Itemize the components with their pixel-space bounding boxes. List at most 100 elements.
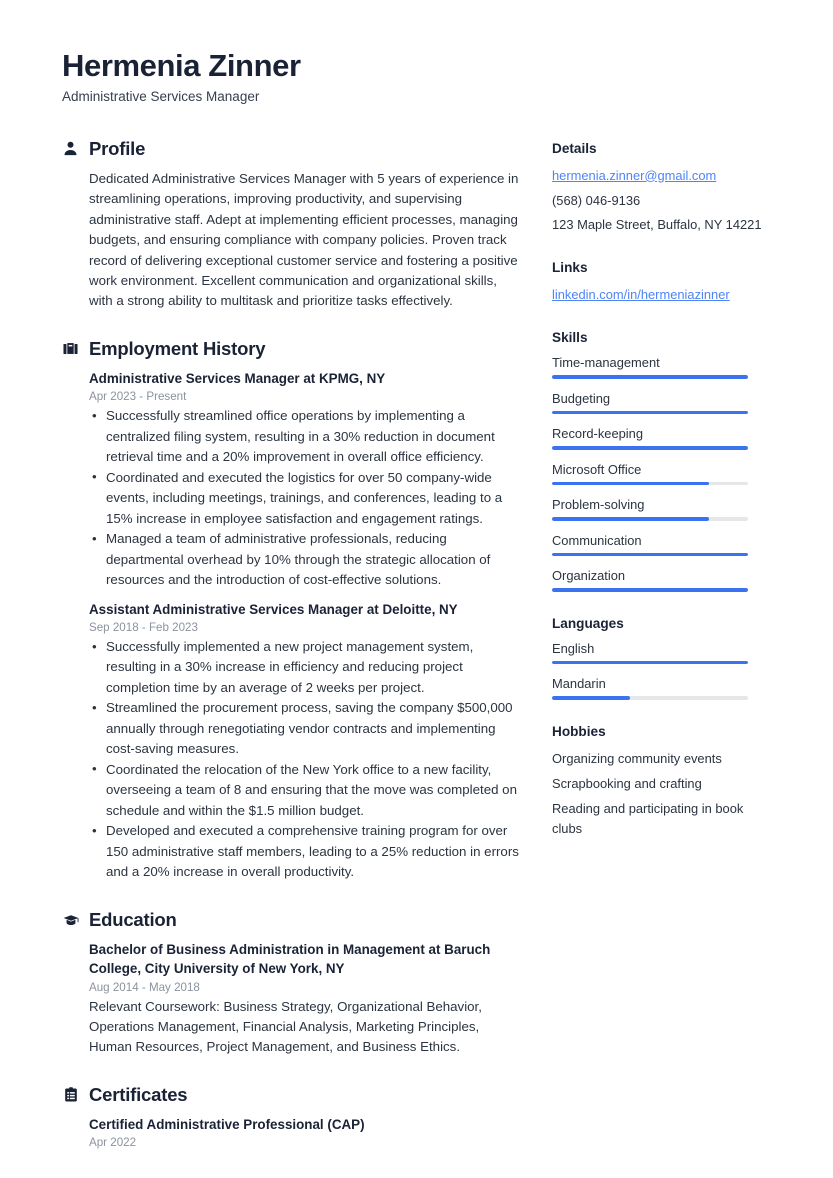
skill-bar-fill (552, 552, 748, 557)
employment-entry-title: Assistant Administrative Services Manage… (89, 601, 458, 617)
skill-bar-track (552, 588, 748, 592)
candidate-job-title: Administrative Services Manager (62, 88, 260, 104)
education-entry-title: Bachelor of Business Administration in M… (89, 941, 491, 977)
language-label: English (552, 640, 595, 656)
skill-bar-fill (552, 446, 748, 450)
section-profile: Profile Dedicated Administrative Service… (62, 138, 520, 312)
briefcase-icon (62, 340, 79, 357)
skill-label: Time-management (552, 355, 660, 371)
skill-bar-track (552, 375, 748, 379)
skill-bar-track (552, 517, 748, 521)
employment-entry-bullets: Successfully streamlined office operatio… (89, 406, 520, 590)
sidebar-details-title: Details (552, 140, 597, 156)
skill-bar-track (552, 410, 748, 415)
sidebar-skills-title: Skills (552, 330, 588, 346)
section-profile-body: Dedicated Administrative Services Manage… (62, 169, 520, 312)
section-profile-title: Profile (89, 137, 146, 159)
skill-bar-track (552, 446, 748, 450)
section-employment-title: Employment History (89, 337, 266, 359)
sidebar-links: Links linkedin.com/in/hermeniazinner (552, 260, 771, 306)
skill-item: Microsoft Office (552, 462, 771, 486)
skill-bar-fill (552, 517, 709, 521)
section-employment-header: Employment History (62, 338, 520, 360)
list-item: Developed and executed a comprehensive t… (89, 821, 520, 882)
employment-entry-date: Apr 2023 - Present (89, 390, 187, 404)
skill-bar-track (552, 481, 748, 486)
hobby-item: Reading and participating in book clubs (552, 801, 744, 836)
details-phone: (568) 046-9136 (552, 192, 641, 208)
sidebar-details: Details hermenia.zinner@gmail.com (568) … (552, 141, 771, 237)
employment-entry-date: Sep 2018 - Feb 2023 (89, 621, 198, 635)
link-linkedin[interactable]: linkedin.com/in/hermeniazinner (552, 285, 771, 306)
clipboard-icon (62, 1086, 79, 1103)
employment-entry: Assistant Administrative Services Manage… (89, 600, 520, 883)
section-profile-header: Profile (62, 138, 520, 160)
sidebar-links-title: Links (552, 260, 588, 276)
section-education-header: Education (62, 909, 520, 931)
list-item: Coordinated the relocation of the New Yo… (89, 759, 520, 821)
language-label: Mandarin (552, 676, 606, 692)
skill-bar-fill (552, 588, 748, 592)
employment-entry-bullets: Successfully implemented a new project m… (89, 637, 520, 883)
section-certificates-header: Certificates (62, 1084, 520, 1106)
skill-label: Problem-solving (552, 497, 645, 513)
sidebar-languages-title: Languages (552, 615, 624, 631)
hobby-item: Scrapbooking and crafting (552, 776, 702, 792)
skill-label: Record-keeping (552, 426, 644, 442)
section-certificates: Certificates Certified Administrative Pr… (62, 1084, 520, 1149)
language-item: English (552, 641, 771, 665)
employment-entry: Administrative Services Manager at KPMG,… (89, 369, 520, 591)
candidate-name: Hermenia Zinner (62, 48, 301, 83)
user-icon (62, 140, 79, 157)
education-entry: Bachelor of Business Administration in M… (89, 940, 520, 1058)
certificate-entry-date: Apr 2022 (89, 1136, 137, 1150)
skill-label: Organization (552, 568, 626, 584)
language-bar-fill (552, 660, 748, 665)
education-entry-date: Aug 2014 - May 2018 (89, 980, 200, 994)
details-email-link[interactable]: hermenia.zinner@gmail.com (552, 166, 771, 187)
skill-label: Budgeting (552, 390, 611, 406)
certificate-entry-title: Certified Administrative Professional (C… (89, 1116, 365, 1132)
skill-label: Communication (552, 532, 642, 548)
section-education-body: Bachelor of Business Administration in M… (62, 940, 520, 1058)
sidebar-column: Details hermenia.zinner@gmail.com (568) … (552, 138, 771, 863)
resume-page: Hermenia Zinner Administrative Services … (0, 0, 833, 1178)
certificate-entry: Certified Administrative Professional (C… (89, 1115, 520, 1149)
skill-item: Record-keeping (552, 426, 771, 450)
skill-item: Organization (552, 568, 771, 592)
list-item: Successfully implemented a new project m… (89, 637, 520, 698)
language-item: Mandarin (552, 676, 771, 700)
skill-item: Budgeting (552, 391, 771, 415)
section-education-title: Education (89, 908, 177, 930)
sidebar-languages: Languages English Mandarin (552, 616, 771, 700)
details-address: 123 Maple Street, Buffalo, NY 14221 (552, 217, 762, 233)
section-certificates-title: Certificates (89, 1083, 188, 1105)
hobby-item: Organizing community events (552, 750, 722, 766)
skill-bar-fill (552, 410, 748, 415)
language-bar-fill (552, 696, 631, 700)
skill-bar-fill (552, 481, 709, 486)
graduation-cap-icon (62, 911, 79, 928)
skill-bar-track (552, 552, 748, 557)
skill-label: Microsoft Office (552, 461, 642, 477)
sidebar-skills: Skills Time-management Budgeting Record-… (552, 330, 771, 592)
section-employment: Employment History Administrative Servic… (62, 338, 520, 883)
sidebar-hobbies-title: Hobbies (552, 723, 606, 739)
skill-item: Communication (552, 533, 771, 557)
sidebar-hobbies: Hobbies Organizing community events Scra… (552, 724, 771, 838)
section-certificates-body: Certified Administrative Professional (C… (62, 1115, 520, 1149)
list-item: Managed a team of administrative profess… (89, 529, 520, 590)
language-bar-track (552, 660, 748, 665)
main-column: Profile Dedicated Administrative Service… (62, 138, 520, 1176)
skill-item: Problem-solving (552, 497, 771, 521)
profile-summary-text: Dedicated Administrative Services Manage… (89, 170, 519, 309)
section-education: Education Bachelor of Business Administr… (62, 909, 520, 1058)
list-item: Successfully streamlined office operatio… (89, 406, 520, 467)
employment-entry-title: Administrative Services Manager at KPMG,… (89, 370, 386, 386)
resume-header: Hermenia Zinner Administrative Services … (62, 48, 771, 104)
skill-bar-fill (552, 375, 748, 379)
resume-columns: Profile Dedicated Administrative Service… (62, 138, 771, 1176)
section-employment-body: Administrative Services Manager at KPMG,… (62, 369, 520, 883)
language-bar-track (552, 696, 748, 700)
education-entry-description: Relevant Coursework: Business Strategy, … (89, 998, 482, 1055)
